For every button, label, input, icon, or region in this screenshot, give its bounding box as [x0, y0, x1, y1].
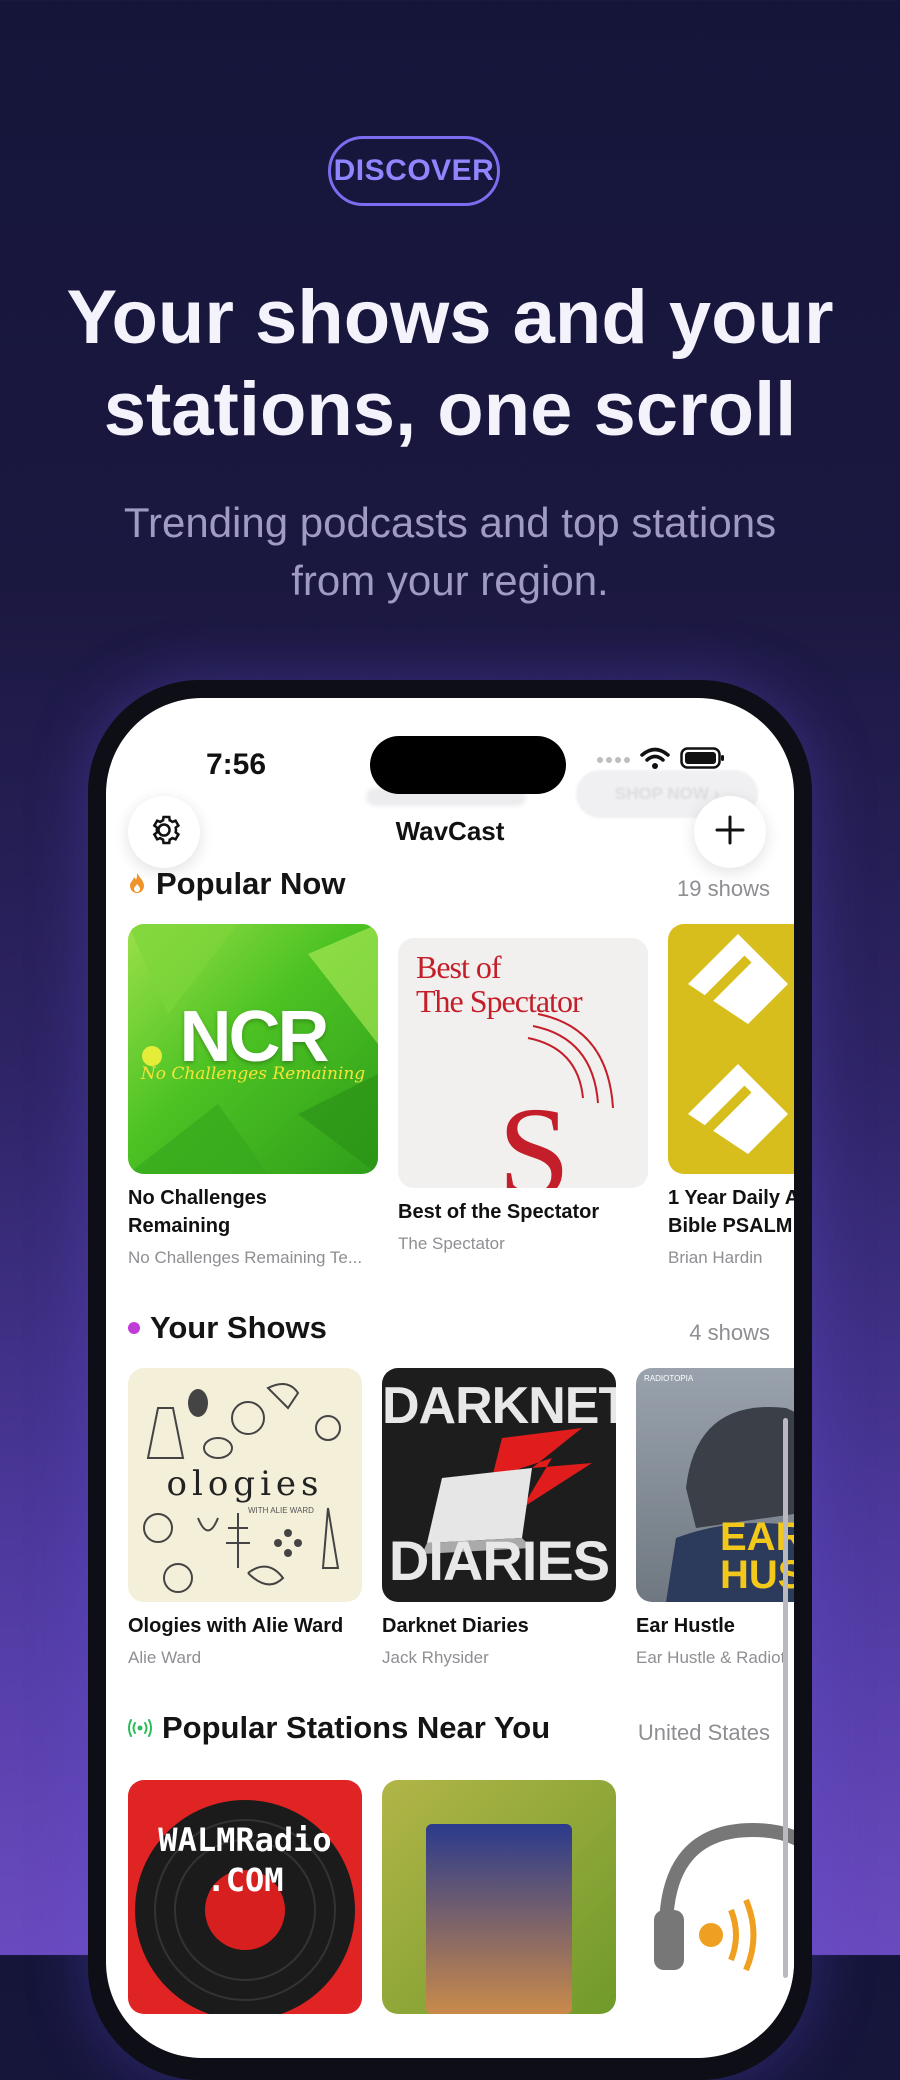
darknet-art-line-2: DIARIES	[388, 1529, 610, 1592]
show-artwork-ologies: ologies WITH ALIE WARD	[128, 1368, 362, 1602]
podcast-title-line-1: 1 Year Daily A	[668, 1187, 794, 1209]
podcast-title: Best of the Spectator	[398, 1201, 600, 1223]
podcast-card[interactable]: Best of The Spectator S Best of the Spec…	[398, 938, 648, 1254]
saxophone-photo	[426, 1824, 572, 2014]
wifi-icon	[640, 746, 670, 775]
show-card[interactable]: DARKNET DIARIES Darknet Diaries Jack Rhy…	[382, 1368, 616, 1668]
show-artwork-ear-hustle: RADIOTOPIA EAR HUST	[636, 1368, 794, 1602]
section-popular-count: 19 shows	[677, 876, 770, 901]
phone-frame: SHOP NOW › 7:56 WavCast Popular Now 19 s…	[88, 680, 812, 2080]
bible-artwork-shapes	[688, 934, 788, 1154]
ologies-art-small: WITH ALIE WARD	[248, 1506, 314, 1515]
broadcast-icon	[128, 1710, 152, 1746]
app-title: WavCast	[395, 816, 505, 846]
station-artwork-headphones	[636, 1780, 794, 2014]
station-card[interactable]	[636, 1780, 794, 2014]
podcast-title: 1 Year Daily A Bible PSALM	[668, 1184, 794, 1240]
headline-line-1: Your shows and your	[66, 275, 834, 360]
section-your-shows-header[interactable]: Your Shows	[128, 1310, 327, 1346]
section-popular-title: Popular Now	[156, 866, 346, 901]
promo-subhead: Trending podcasts and top stations from …	[0, 494, 900, 610]
dynamic-island	[370, 736, 566, 794]
headline-line-2: stations, one scroll	[103, 367, 797, 452]
show-card[interactable]: RADIOTOPIA EAR HUST Ear Hustle Ear Hustl…	[636, 1368, 794, 1668]
podcast-artwork-ncr: NCR No Challenges Remaining	[128, 924, 378, 1174]
spectator-big-s: S	[498, 1081, 571, 1188]
walm-art-text: WALMRadio .COM	[128, 1820, 362, 1900]
show-title: Ear Hustle	[636, 1615, 735, 1637]
battery-icon	[680, 746, 726, 775]
purple-dot-icon	[128, 1322, 140, 1334]
ologies-art-title: ologies	[166, 1464, 324, 1504]
podcast-artwork-spectator: Best of The Spectator S	[398, 938, 648, 1188]
promo-headline: Your shows and your stations, one scroll	[0, 272, 900, 456]
show-title: Darknet Diaries	[382, 1615, 529, 1637]
status-time: 7:56	[206, 748, 267, 781]
section-your-shows-count: 4 shows	[689, 1320, 770, 1345]
subhead-line-2: from your region.	[291, 557, 609, 604]
phone-screen: SHOP NOW › 7:56 WavCast Popular Now 19 s…	[106, 698, 794, 2058]
station-card[interactable]	[382, 1780, 616, 2014]
subhead-line-1: Trending podcasts and top stations	[123, 499, 777, 546]
podcast-author: The Spectator	[398, 1234, 505, 1253]
podcast-title-line-2: Bible PSALM	[668, 1215, 793, 1237]
flame-icon	[128, 866, 146, 902]
podcast-title-line-1: No Challenges	[128, 1187, 267, 1209]
show-author: Ear Hustle & Radiot	[636, 1648, 786, 1667]
station-card[interactable]: WALMRadio .COM	[128, 1780, 362, 2014]
podcast-author: Brian Hardin	[668, 1248, 763, 1267]
station-artwork-sax	[382, 1780, 616, 2014]
status-icons	[596, 746, 726, 775]
add-button[interactable]	[694, 796, 766, 868]
podcast-title: No Challenges Remaining	[128, 1184, 378, 1240]
headphones-icon	[654, 1822, 794, 1972]
scrollbar[interactable]	[783, 1418, 788, 1978]
promo-badge: DISCOVER	[328, 136, 500, 206]
show-author: Jack Rhysider	[382, 1648, 489, 1667]
plus-icon	[713, 813, 747, 852]
walm-art-line-2: .COM	[206, 1861, 284, 1899]
section-stations-region[interactable]: United States	[638, 1720, 770, 1746]
section-your-shows-title: Your Shows	[150, 1310, 327, 1345]
show-card[interactable]: ologies WITH ALIE WARD Ologies with Alie…	[128, 1368, 362, 1668]
podcast-artwork-bible	[668, 924, 794, 1174]
show-artwork-darknet: DARKNET DIARIES	[382, 1368, 616, 1602]
section-stations-header[interactable]: Popular Stations Near You	[128, 1710, 550, 1746]
podcast-card[interactable]: 1 Year Daily A Bible PSALM Brian Hardin	[668, 924, 794, 1268]
ncr-script-text: No Challenges Remaining	[140, 1064, 366, 1084]
signal-icon	[596, 752, 630, 770]
section-popular-header[interactable]: Popular Now	[128, 866, 345, 902]
podcast-card[interactable]: NCR No Challenges Remaining No Challenge…	[128, 924, 378, 1268]
station-artwork-walm: WALMRadio .COM	[128, 1780, 362, 2014]
show-title: Ologies with Alie Ward	[128, 1615, 344, 1637]
show-author: Alie Ward	[128, 1648, 202, 1667]
podcast-title-line-2: Remaining	[128, 1215, 231, 1237]
walm-art-line-1: WALMRadio	[158, 1821, 332, 1859]
podcast-author: No Challenges Remaining Te...	[128, 1248, 363, 1267]
section-stations-title: Popular Stations Near You	[162, 1710, 551, 1745]
